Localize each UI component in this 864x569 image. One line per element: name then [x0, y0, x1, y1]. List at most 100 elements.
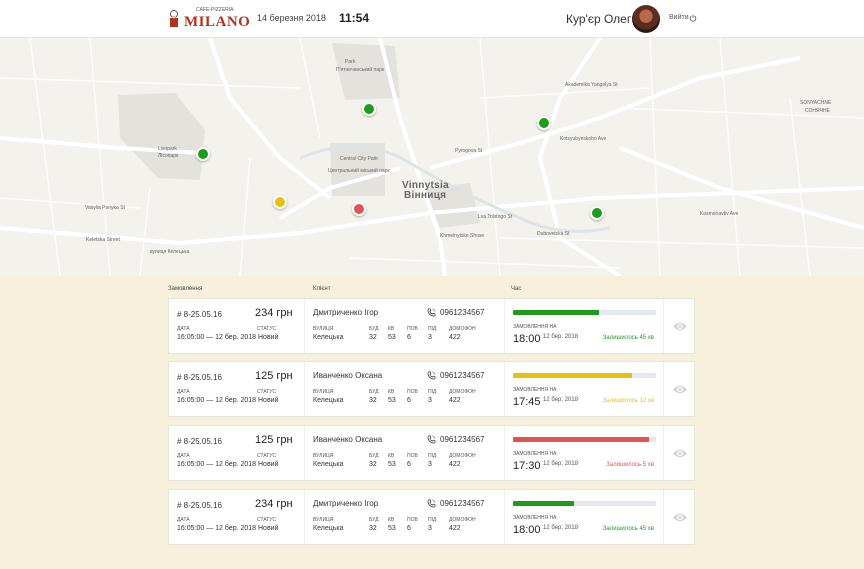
intercom-value: 422 [449, 334, 461, 341]
floor-value: 6 [407, 461, 411, 468]
time-progress-bar [513, 501, 656, 506]
map-label-park: Park [345, 59, 356, 65]
floor-label: ПОВ [407, 326, 418, 332]
street-value: Келецька [313, 397, 344, 404]
order-card[interactable]: # 8-25.05.16 125 грн ДАТА СТАТУС 16:05:0… [168, 425, 695, 481]
order-number: # 8-25.05.16 [177, 501, 222, 510]
client-phone[interactable]: 0961234567 [440, 371, 485, 380]
divider [504, 299, 505, 353]
intercom-value: 422 [449, 461, 461, 468]
status-label: СТАТУС [257, 517, 277, 523]
order-card[interactable]: # 8-25.05.16 234 грн ДАТА СТАТУС 16:05:0… [168, 489, 695, 545]
order-status: Новий [258, 525, 279, 532]
phone-icon[interactable] [427, 371, 436, 380]
building-label: БУД [369, 389, 379, 395]
time-progress-bar [513, 373, 656, 378]
delivery-time: 17:45 [513, 396, 541, 408]
time-progress-bar [513, 437, 656, 442]
milano-logo[interactable]: CAFE-PIZZERIA MILANO [166, 6, 250, 32]
order-date: 16:05:00 — 12 бер. 2018 [177, 461, 257, 468]
order-card[interactable]: # 8-25.05.16 234 грн ДАТА СТАТУС 16:05:0… [168, 298, 695, 354]
entrance-value: 3 [428, 397, 432, 404]
eye-icon[interactable] [672, 448, 688, 459]
entrance-value: 3 [428, 461, 432, 468]
entrance-label: ПІД [428, 389, 437, 395]
street-value: Келецька [313, 334, 344, 341]
client-phone[interactable]: 0961234567 [440, 308, 485, 317]
entrance-value: 3 [428, 334, 432, 341]
intercom-value: 422 [449, 397, 461, 404]
eye-icon[interactable] [672, 512, 688, 523]
map-pin-green[interactable] [196, 147, 210, 161]
client-phone[interactable]: 0961234567 [440, 435, 485, 444]
courier-name: Кур'єр Олег [566, 12, 632, 26]
order-date: 16:05:00 — 12 бер. 2018 [177, 397, 257, 404]
order-price: 234 грн [255, 498, 293, 510]
time-progress-fill [513, 310, 599, 315]
apt-value: 53 [388, 334, 396, 341]
client-name: Дмитриченко Ігор [313, 308, 379, 317]
ordered-at-label: ЗАМОВЛЕННЯ НА [513, 515, 557, 521]
column-header-order: Замовлення [168, 286, 203, 292]
map-pin-red[interactable] [352, 202, 366, 216]
intercom-label: ДОМОФОН [449, 326, 476, 332]
order-card[interactable]: # 8-25.05.16 125 грн ДАТА СТАТУС 16:05:0… [168, 361, 695, 417]
map-label-central-park-uk: Центральний міський парк [328, 168, 390, 174]
divider [504, 362, 505, 416]
order-price: 125 грн [255, 370, 293, 382]
chef-figure-icon [170, 10, 178, 27]
apt-label: КВ [388, 389, 395, 395]
time-progress-fill [513, 437, 649, 442]
avatar[interactable] [632, 5, 660, 33]
map-label-sonyachne-uk: СОНЯЧНЕ [805, 108, 830, 114]
order-date: 16:05:00 — 12 бер. 2018 [177, 525, 257, 532]
floor-label: ПОВ [407, 389, 418, 395]
divider [304, 362, 305, 416]
delivery-map[interactable]: Park П'ятничанський парк Lisopark Лісопа… [0, 38, 864, 276]
ordered-at-label: ЗАМОВЛЕННЯ НА [513, 324, 557, 330]
phone-icon[interactable] [427, 435, 436, 444]
phone-icon[interactable] [427, 308, 436, 317]
ordered-at-label: ЗАМОВЛЕННЯ НА [513, 451, 557, 457]
map-label-central-park: Central City Park [340, 156, 378, 162]
building-label: БУД [369, 326, 379, 332]
map-label-sonyachne: SONYACHNE [800, 100, 832, 106]
map-label-vasylia: Vasylia Poriyka St [85, 205, 125, 211]
map-label-kotsyubynskoho: Kotsyubynskoho Ave [560, 136, 607, 142]
logout-link[interactable]: Вийти [669, 14, 689, 21]
phone-icon[interactable] [427, 499, 436, 508]
column-header-client: Клієнт [313, 286, 331, 292]
divider [504, 490, 505, 544]
eye-icon[interactable] [672, 321, 688, 332]
street-value: Келецька [313, 525, 344, 532]
order-status: Новий [258, 461, 279, 468]
map-label-dubovetska: Dubovetska St [537, 231, 570, 237]
map-label-park-uk: П'ятничанський парк [336, 67, 384, 73]
power-icon[interactable] [689, 14, 697, 22]
delivery-date: 12 бер. 2018 [543, 461, 579, 467]
intercom-label: ДОМОФОН [449, 453, 476, 459]
divider [304, 426, 305, 480]
map-pin-green[interactable] [537, 116, 551, 130]
client-name: Дмитриченко Ігор [313, 499, 379, 508]
divider [663, 362, 664, 416]
building-value: 32 [369, 334, 377, 341]
top-header: CAFE-PIZZERIA MILANO 14 березня 2018 11:… [0, 0, 864, 38]
eye-icon[interactable] [672, 384, 688, 395]
entrance-label: ПІД [428, 517, 437, 523]
street-label: ВУЛИЦЯ [313, 453, 334, 459]
order-price: 125 грн [255, 434, 293, 446]
divider [304, 299, 305, 353]
entrance-label: ПІД [428, 326, 437, 332]
time-remaining: Залишилось 45 хв [602, 335, 654, 341]
client-phone[interactable]: 0961234567 [440, 499, 485, 508]
map-pin-yellow[interactable] [273, 195, 287, 209]
map-pin-green[interactable] [590, 206, 604, 220]
order-price: 234 грн [255, 307, 293, 319]
map-city-label-uk: Вінниця [404, 190, 447, 201]
map-pin-green[interactable] [362, 102, 376, 116]
time-remaining: Залишилось 12 хв [602, 398, 654, 404]
apt-value: 53 [388, 461, 396, 468]
divider [504, 426, 505, 480]
building-label: БУД [369, 517, 379, 523]
